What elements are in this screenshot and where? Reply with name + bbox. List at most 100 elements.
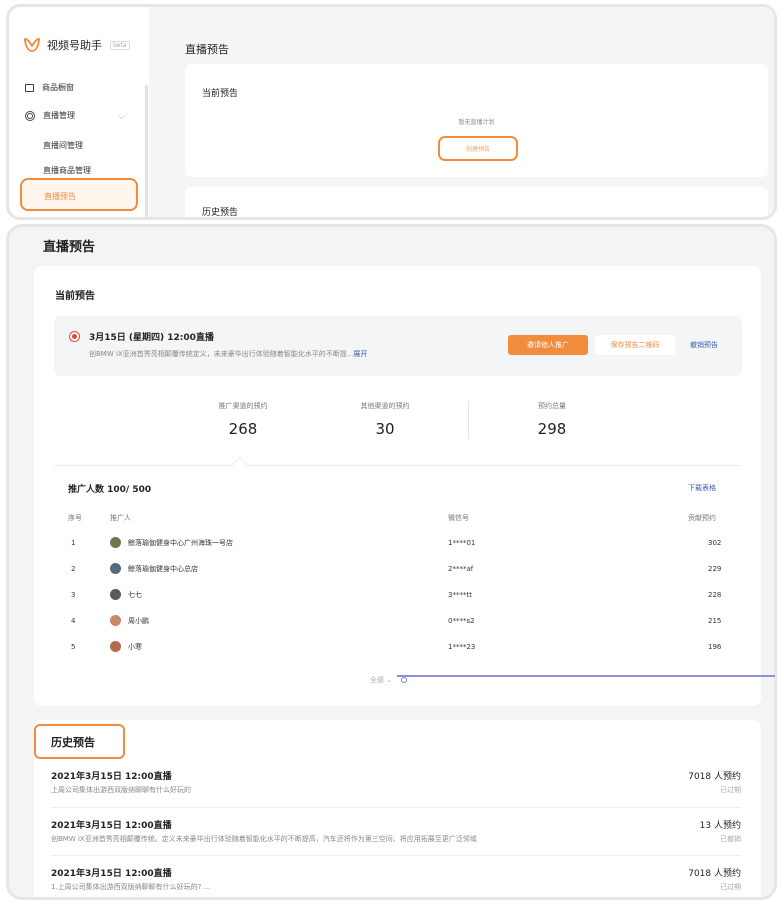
stat-divider — [468, 401, 469, 439]
table-row: 1 鲸落瑜伽健身中心广州海珠一号店 1****01 302 — [34, 537, 761, 563]
promoter-name: 鲸落瑜伽健身中心总店 — [128, 565, 198, 573]
live-radio-icon — [69, 331, 80, 342]
empty-text: 暂无直播计划 — [458, 119, 495, 126]
avatar — [110, 615, 121, 626]
nav-item-shop[interactable]: 商品橱窗 — [25, 82, 74, 93]
promoter-name: 周小鹏 — [128, 617, 149, 625]
table-row: 4 周小鹏 0****s2 215 — [34, 615, 761, 641]
wechat-id: 1****23 — [448, 643, 476, 651]
divider — [51, 855, 741, 856]
table-row: 5 小寒 1****23 196 — [34, 641, 761, 667]
history-count: 7018 人预约 — [688, 772, 741, 782]
history-status: 已过期 — [720, 786, 741, 794]
nav-item-label: 直播管理 — [43, 111, 75, 120]
row-index: 3 — [71, 591, 76, 599]
stat-promo: 推广渠道的预约 268 — [188, 401, 298, 438]
contribution-count: 196 — [708, 643, 722, 651]
sub-item-live-goods[interactable]: 直播商品管理 — [43, 165, 91, 176]
annotation-line — [397, 675, 775, 677]
live-preview-box: 3月15日 (星期四) 12:00直播 创BMW iX亚洲首秀亮相颠覆传统定义，… — [54, 316, 742, 376]
contribution-count: 229 — [708, 565, 722, 573]
expand-link[interactable]: 展开 — [353, 350, 367, 358]
col-header-contribution: 贡献预约 — [688, 514, 716, 522]
col-header-index: 序号 — [68, 514, 82, 522]
col-header-wechat: 微信号 — [448, 514, 469, 522]
chevron-down-icon: ⌄ — [386, 676, 393, 684]
cancel-preview-link[interactable]: 撤销预告 — [690, 340, 718, 350]
row-index: 1 — [71, 539, 76, 547]
avatar — [110, 589, 121, 600]
history-title: 2021年3月15日 12:00直播 — [51, 869, 172, 879]
row-index: 2 — [71, 565, 76, 573]
target-icon — [25, 110, 35, 121]
history-preview-card: 历史预告 — [185, 187, 768, 218]
table-row: 2 鲸落瑜伽健身中心总店 2****af 229 — [34, 563, 761, 589]
divider-pointer — [231, 456, 248, 473]
live-desc-text: 创BMW iX亚洲首秀亮相颠覆传统定义，未来豪华出行体验随着智能化水平的不断提.… — [89, 350, 354, 358]
box-icon — [25, 83, 34, 92]
stat-other: 其他渠道的预约 30 — [330, 401, 440, 438]
promoter-name: 鲸落瑜伽健身中心广州海珠一号店 — [128, 539, 233, 547]
invite-promote-button[interactable]: 邀请他人推广 — [508, 335, 588, 355]
wechat-id: 0****s2 — [448, 617, 475, 625]
history-status: 已撤销 — [720, 835, 741, 843]
stat-label: 其他渠道的预约 — [360, 402, 410, 410]
card-heading: 历史预告 — [202, 208, 239, 218]
chevron-down-icon[interactable]: ⌵ — [118, 112, 125, 122]
current-preview-card: 当前预告 暂无直播计划 创建预告 — [185, 64, 768, 177]
sidebar-scrollbar[interactable] — [145, 85, 148, 217]
history-desc: 上周公司集体出游西双版纳聊聊有什么好玩的 — [51, 786, 191, 794]
live-date: 3月15日 (星期四) 12:00直播 — [89, 333, 214, 343]
annotation-dot — [401, 677, 407, 683]
stat-label: 预约总量 — [538, 402, 566, 410]
row-index: 4 — [71, 617, 76, 625]
stat-value: 30 — [375, 420, 395, 438]
contribution-count: 228 — [708, 591, 722, 599]
contribution-count: 215 — [708, 617, 722, 625]
history-status: 已过期 — [720, 883, 741, 891]
history-title: 2021年3月15日 12:00直播 — [51, 772, 172, 782]
divider — [51, 807, 741, 808]
contribution-count: 302 — [708, 539, 722, 547]
top-window: 视频号助手 beta 商品橱窗 直播管理 ⌵ 直播间管理 直播商品管理 直播预告… — [6, 4, 777, 220]
show-all-label: 全部 — [370, 676, 384, 684]
create-preview-button[interactable]: 创建预告 — [438, 136, 518, 161]
stat-label: 推广渠道的预约 — [218, 402, 268, 410]
stat-value: 268 — [228, 420, 258, 438]
app-logo[interactable]: 视频号助手 beta — [23, 37, 130, 53]
page-title: 直播预告 — [43, 240, 96, 255]
download-table-link[interactable]: 下载表格 — [688, 483, 716, 493]
card-heading: 当前预告 — [55, 291, 95, 302]
nav-item-label: 商品橱窗 — [42, 83, 74, 92]
sidebar: 视频号助手 beta 商品橱窗 直播管理 ⌵ 直播间管理 直播商品管理 直播预告 — [9, 7, 149, 217]
table-row: 3 七七 3****tt 228 — [34, 589, 761, 615]
page-title: 直播预告 — [185, 43, 229, 56]
history-desc: 1.上周公司集体出游西双版纳聊聊有什么好玩的? ... — [51, 883, 211, 891]
history-desc: 创BMW iX亚洲首秀亮相颠覆传统。定义未来豪华出行体验随着智能化水平的不断提高… — [51, 835, 477, 843]
row-index: 5 — [71, 643, 76, 651]
wechat-id: 2****af — [448, 565, 474, 573]
wechat-id: 3****tt — [448, 591, 472, 599]
logo-icon — [24, 38, 40, 52]
promoter-name: 七七 — [128, 591, 142, 599]
main-window: 直播预告 当前预告 3月15日 (星期四) 12:00直播 创BMW iX亚洲首… — [6, 224, 777, 900]
card-heading: 当前预告 — [202, 89, 239, 99]
save-qrcode-button[interactable]: 保存预告二维码 — [595, 335, 675, 355]
avatar — [110, 641, 121, 652]
current-preview-card: 当前预告 3月15日 (星期四) 12:00直播 创BMW iX亚洲首秀亮相颠覆… — [34, 266, 761, 706]
show-all-link[interactable]: 全部 ⌄ — [370, 675, 392, 685]
wechat-id: 1****01 — [448, 539, 476, 547]
sub-item-label: 直播预告 — [44, 192, 76, 201]
history-count: 13 人预约 — [699, 821, 741, 831]
app-name: 视频号助手 — [47, 39, 102, 52]
nav-item-live[interactable]: 直播管理 — [25, 110, 75, 121]
sub-item-live-room[interactable]: 直播间管理 — [43, 140, 83, 151]
history-title: 2021年3月15日 12:00直播 — [51, 821, 172, 831]
avatar — [110, 537, 121, 548]
divider — [54, 465, 742, 466]
avatar — [110, 563, 121, 574]
stat-total: 预约总量 298 — [497, 401, 607, 438]
sub-item-live-preview[interactable]: 直播预告 — [20, 178, 138, 211]
promoter-name: 小寒 — [128, 643, 142, 651]
stat-value: 298 — [537, 420, 567, 438]
